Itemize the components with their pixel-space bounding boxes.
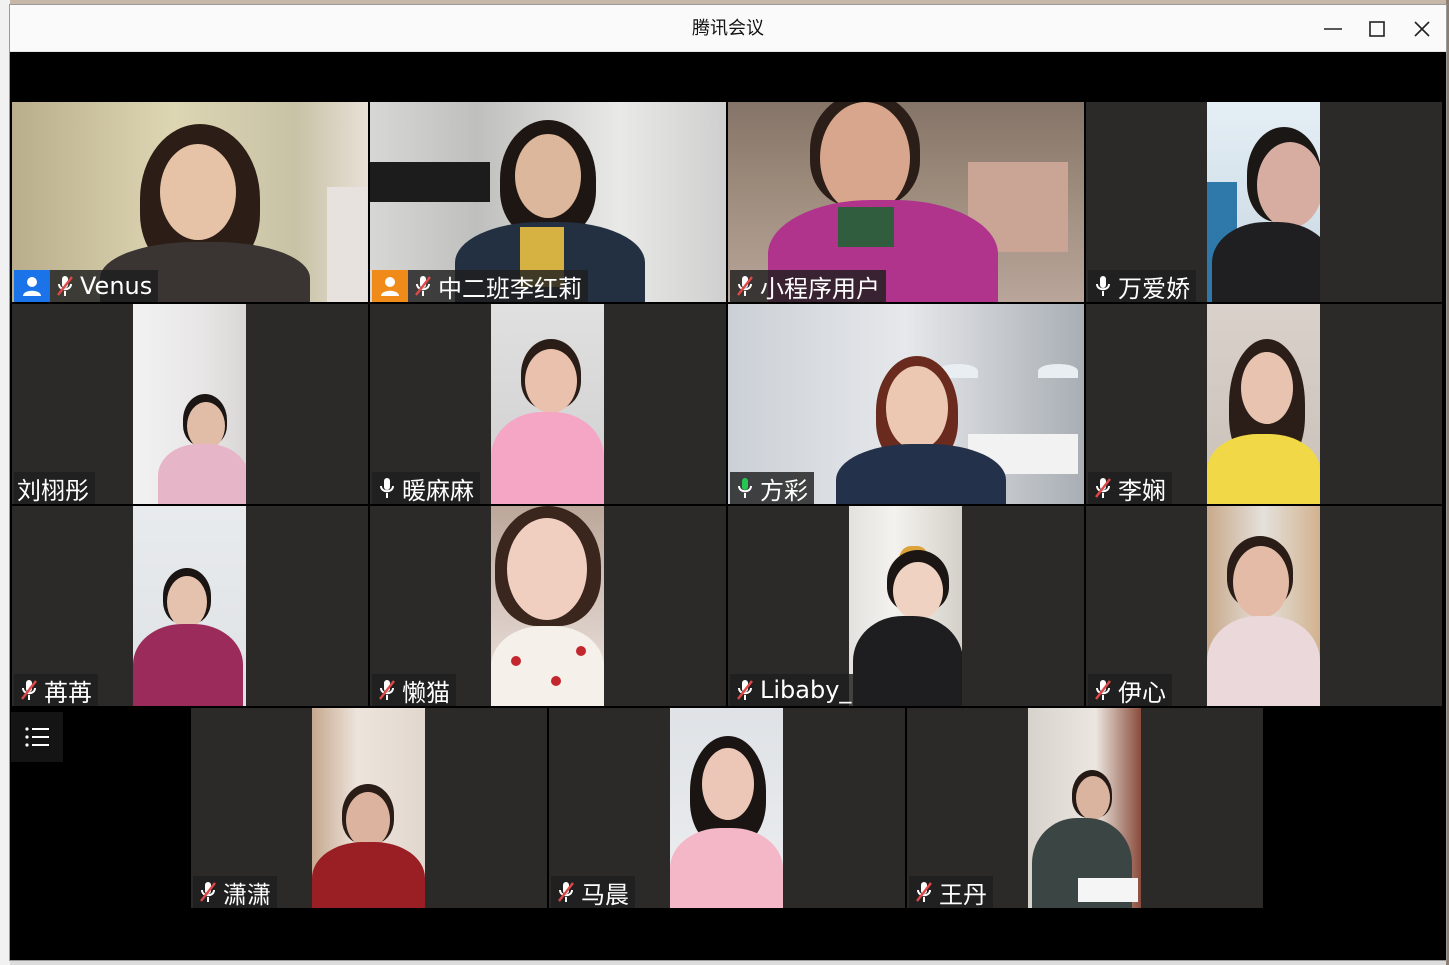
participant-video	[670, 708, 783, 908]
participant-name: 暖麻麻	[402, 476, 474, 505]
nameplate: 王丹	[909, 876, 993, 908]
minimize-icon	[1324, 28, 1342, 30]
mic-muted-icon	[1090, 674, 1116, 706]
mic-muted-icon	[195, 876, 221, 908]
participant-video	[133, 304, 246, 504]
participant-tile[interactable]: Libaby_	[728, 506, 1084, 706]
mic-muted-icon	[911, 876, 937, 908]
participant-video	[133, 506, 246, 706]
mic-on-icon	[374, 472, 400, 504]
host-icon	[14, 270, 50, 302]
mic-muted-icon	[732, 270, 758, 302]
participant-name: 王丹	[939, 880, 987, 909]
mic-speaking-icon	[732, 472, 758, 504]
participant-video	[491, 304, 604, 504]
nameplate: 中二班李红莉	[372, 270, 588, 302]
participant-tile[interactable]: 暖麻麻	[370, 304, 726, 504]
participant-tile[interactable]: 马晨	[549, 708, 905, 908]
nameplate: 刘栩彤	[14, 472, 95, 504]
nameplate: 马晨	[551, 876, 635, 908]
participant-name: 懒猫	[402, 678, 450, 707]
participant-tile-active-speaker[interactable]: 方彩	[728, 304, 1084, 504]
participant-tile[interactable]: 王丹	[907, 708, 1263, 908]
nameplate: 小程序用户	[730, 270, 886, 302]
participant-video	[491, 506, 604, 706]
participant-name: 苒苒	[44, 678, 92, 707]
participant-video	[312, 708, 425, 908]
maximize-button[interactable]	[1362, 14, 1392, 44]
participant-video	[1207, 102, 1320, 302]
close-icon	[1414, 21, 1430, 37]
nameplate: 暖麻麻	[372, 472, 480, 504]
participant-video	[1207, 506, 1320, 706]
window-title: 腾讯会议	[692, 18, 764, 39]
meeting-window: 腾讯会议 Venus 中二班李红莉 小程序用户 万爱娇 刘栩彤 暖麻麻 方彩 李…	[10, 5, 1446, 960]
nameplate: 万爱娇	[1088, 270, 1196, 302]
participant-video	[849, 506, 962, 706]
mic-on-icon	[1090, 270, 1116, 302]
nameplate: 李娴	[1088, 472, 1172, 504]
participant-tile[interactable]: 潇潇	[191, 708, 547, 908]
mic-muted-icon	[732, 674, 758, 706]
minimize-button[interactable]	[1318, 14, 1348, 44]
participant-tile[interactable]: 中二班李红莉	[370, 102, 726, 302]
participant-name: 马晨	[581, 880, 629, 909]
close-button[interactable]	[1407, 14, 1437, 44]
participant-name: 伊心	[1118, 678, 1166, 707]
cohost-icon	[372, 270, 408, 302]
participant-name: 中二班李红莉	[438, 274, 582, 303]
participant-tile[interactable]: Venus	[12, 102, 368, 302]
mic-muted-icon	[16, 674, 42, 706]
nameplate: Libaby_	[730, 674, 858, 706]
nameplate: 方彩	[730, 472, 814, 504]
participant-name: 小程序用户	[760, 274, 880, 303]
participant-video	[1028, 708, 1141, 908]
participant-name: Libaby_	[760, 676, 852, 704]
nameplate: 苒苒	[14, 674, 98, 706]
participant-name: 李娴	[1118, 476, 1166, 505]
participant-name: Venus	[80, 272, 153, 300]
nameplate: 懒猫	[372, 674, 456, 706]
participant-tile[interactable]: 小程序用户	[728, 102, 1084, 302]
mic-muted-icon	[52, 270, 78, 302]
nameplate: 潇潇	[193, 876, 277, 908]
mic-muted-icon	[374, 674, 400, 706]
participant-name: 刘栩彤	[17, 476, 89, 505]
mic-muted-icon	[1090, 472, 1116, 504]
video-grid: Venus 中二班李红莉 小程序用户 万爱娇 刘栩彤 暖麻麻 方彩 李娴 苒苒 …	[10, 52, 1446, 960]
participant-video	[1207, 304, 1320, 504]
mic-muted-icon	[410, 270, 436, 302]
participant-tile[interactable]: 伊心	[1086, 506, 1442, 706]
mic-muted-icon	[553, 876, 579, 908]
participant-tile[interactable]: 懒猫	[370, 506, 726, 706]
participant-name: 万爱娇	[1118, 274, 1190, 303]
desktop-background-left	[0, 0, 10, 965]
participant-tile[interactable]: 万爱娇	[1086, 102, 1442, 302]
nameplate: Venus	[14, 270, 159, 302]
nameplate: 伊心	[1088, 674, 1172, 706]
participant-tile[interactable]: 刘栩彤	[12, 304, 368, 504]
participant-tile[interactable]: 李娴	[1086, 304, 1442, 504]
maximize-icon	[1369, 21, 1385, 37]
participant-name: 方彩	[760, 476, 808, 505]
participant-tile[interactable]: 苒苒	[12, 506, 368, 706]
participant-list-button[interactable]	[11, 712, 63, 762]
list-menu-icon	[25, 727, 49, 747]
participant-name: 潇潇	[223, 880, 271, 909]
title-bar[interactable]: 腾讯会议	[10, 5, 1446, 52]
